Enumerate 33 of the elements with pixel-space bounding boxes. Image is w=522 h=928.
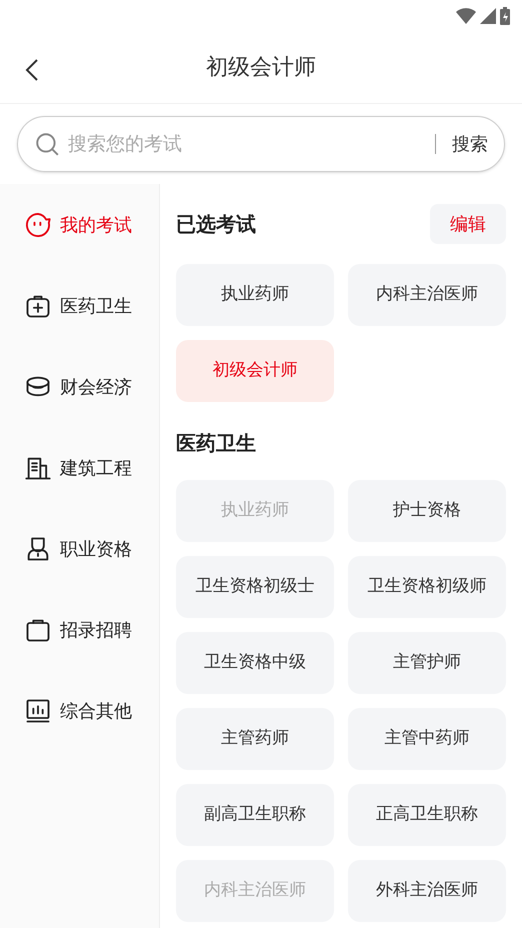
exam-chip[interactable]: 卫生资格初级士 <box>176 556 334 618</box>
exam-chip[interactable]: 主管药师 <box>176 708 334 770</box>
chart-board-icon <box>24 697 52 725</box>
exam-chip[interactable]: 卫生资格初级师 <box>348 556 506 618</box>
battery-icon <box>500 7 510 25</box>
page-title: 初级会计师 <box>206 54 316 82</box>
edit-button[interactable]: 编辑 <box>430 204 506 244</box>
exam-chip[interactable]: 初级会计师 <box>176 340 334 402</box>
sidebar-item[interactable]: 医药卫生 <box>0 289 159 323</box>
sidebar-item[interactable]: 财会经济 <box>0 370 159 404</box>
exam-chip[interactable]: 执业药师 <box>176 264 334 326</box>
exam-chip[interactable]: 内科主治医师 <box>348 264 506 326</box>
exam-chip[interactable]: 护士资格 <box>348 480 506 542</box>
search-button[interactable]: 搜索 <box>452 130 488 158</box>
sidebar-item[interactable]: 招录招聘 <box>0 613 159 647</box>
search-field[interactable]: 搜索您的考试 <box>68 130 419 158</box>
chat-face-icon <box>24 211 52 239</box>
search-icon <box>34 131 60 157</box>
exam-chip[interactable]: 正高卫生职称 <box>348 784 506 846</box>
exam-chip[interactable]: 外科主治医师 <box>348 860 506 922</box>
exam-chip[interactable]: 主管护师 <box>348 632 506 694</box>
wifi-icon <box>456 8 476 24</box>
sidebar-item[interactable]: 我的考试 <box>0 208 159 242</box>
sidebar-item[interactable]: 建筑工程 <box>0 451 159 485</box>
sidebar-item[interactable]: 综合其他 <box>0 694 159 728</box>
exam-chip[interactable]: 卫生资格中级 <box>176 632 334 694</box>
sidebar-item[interactable]: 职业资格 <box>0 532 159 566</box>
signal-icon <box>480 8 496 24</box>
section-title: 已选考试 <box>176 211 256 238</box>
exam-chip[interactable]: 副高卫生职称 <box>176 784 334 846</box>
exam-chip[interactable]: 主管中药师 <box>348 708 506 770</box>
search-bar[interactable]: 搜索您的考试 搜索 <box>17 116 505 172</box>
section-title: 医药卫生 <box>176 430 257 457</box>
